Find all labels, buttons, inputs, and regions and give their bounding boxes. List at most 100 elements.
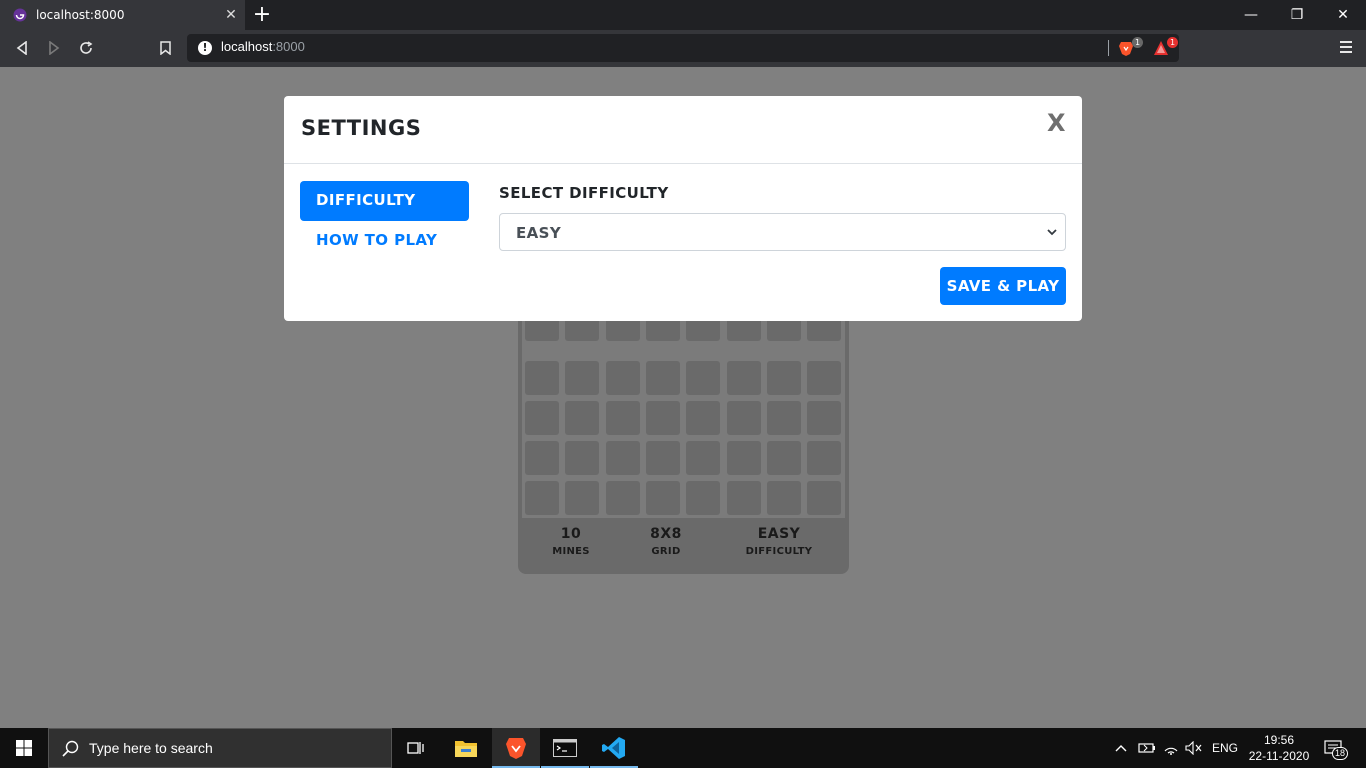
mine-cell[interactable] [525,401,559,435]
mine-cell[interactable] [645,361,680,395]
taskbar-clock[interactable]: 19:56 22-11-2020 [1246,732,1312,764]
url-host: localhost [221,39,273,54]
battery-status[interactable] [1138,728,1156,768]
taskbar-file-explorer[interactable] [442,728,490,768]
reload-icon [80,41,93,54]
tab-difficulty[interactable]: DIFFICULTY [300,181,469,221]
save-and-play-button[interactable]: SAVE & PLAY [940,267,1066,305]
brave-shields-button[interactable]: 1 [1118,37,1143,56]
mine-cell[interactable] [686,441,721,475]
bookmark-icon [159,41,171,55]
address-bar[interactable]: ! localhost:8000 1 1 [187,34,1179,62]
mine-cell[interactable] [766,361,801,395]
tab-close-icon[interactable]: ✕ [221,7,241,23]
mine-cell[interactable] [807,401,842,435]
stat-grid: 8X8 GRID [646,526,686,557]
mine-cell[interactable] [686,401,721,435]
wifi-icon [1164,747,1178,755]
select-difficulty-label: SELECT DIFFICULTY [499,184,669,202]
mine-cell[interactable] [766,441,801,475]
difficulty-value: EASY [757,526,801,542]
game-stats: 10 MINES 8X8 GRID EASY DIFFICULTY [518,526,849,570]
mine-cell[interactable] [605,481,640,515]
mine-cell[interactable] [726,441,761,475]
mine-cell[interactable] [686,361,721,395]
new-tab-button[interactable]: + [252,2,272,28]
url-port: :8000 [272,39,305,54]
minimize-button[interactable]: — [1228,0,1274,30]
task-view-button[interactable] [392,728,440,768]
mine-cell[interactable] [605,361,640,395]
mine-cell[interactable] [807,361,842,395]
brave-shields-badge: 1 [1132,37,1143,48]
network-status[interactable] [1163,728,1179,768]
browser-menu-icon[interactable] [1340,41,1352,56]
mine-cell[interactable] [766,481,801,515]
browser-toolbar: ! localhost:8000 1 1 [0,30,1366,67]
mine-cell[interactable] [645,401,680,435]
site-info-icon[interactable]: ! [198,41,212,55]
taskbar-brave-browser[interactable] [492,728,540,768]
bookmark-button[interactable] [153,36,177,60]
mine-cell[interactable] [766,401,801,435]
difficulty-label: DIFFICULTY [745,546,813,557]
notification-count-badge: 18 [1332,747,1349,760]
mine-cell[interactable] [605,441,640,475]
back-arrow-icon [16,41,27,55]
stat-difficulty: EASY DIFFICULTY [740,526,818,557]
mines-value: 10 [560,526,582,542]
url-text: localhost:8000 [221,39,305,54]
mine-cell[interactable] [807,481,842,515]
restore-button[interactable]: ❐ [1274,0,1320,30]
mine-cell[interactable] [645,441,680,475]
close-window-button[interactable]: ✕ [1320,0,1366,30]
search-icon [62,740,79,757]
reload-button[interactable] [74,36,98,60]
tab-how-to-play[interactable]: HOW TO PLAY [316,231,437,249]
mine-cell[interactable] [525,481,559,515]
show-hidden-icons[interactable] [1114,728,1128,768]
mine-cell[interactable] [726,481,761,515]
modal-title: SETTINGS [301,116,422,140]
back-button[interactable] [10,36,34,60]
gatsby-icon [13,8,27,22]
taskbar-terminal[interactable] [541,728,589,768]
mine-cell[interactable] [645,481,680,515]
grid-value: 8X8 [650,526,682,542]
difficulty-select-value: EASY [516,224,562,242]
taskbar-search-box[interactable]: Type here to search [48,728,392,768]
browser-tab[interactable]: localhost:8000 ✕ [0,0,245,30]
chevron-up-icon [1115,745,1127,752]
mine-cell[interactable] [565,441,600,475]
mine-cell[interactable] [565,361,600,395]
mine-cell[interactable] [686,481,721,515]
mine-cell[interactable] [726,401,761,435]
mine-cell[interactable] [807,441,842,475]
taskbar-vscode[interactable] [590,728,638,768]
action-center-button[interactable]: 18 [1324,728,1349,768]
brave-rewards-button[interactable]: 1 [1153,37,1178,56]
mine-cell[interactable] [565,481,600,515]
difficulty-select[interactable]: EASY [499,213,1066,251]
task-view-icon [407,742,424,754]
mine-cell[interactable] [525,361,559,395]
mine-cell[interactable] [726,361,761,395]
mine-cell[interactable] [525,441,559,475]
start-button[interactable] [0,728,48,768]
mine-cell[interactable] [565,401,600,435]
windows-logo-icon [16,740,32,756]
mine-cell[interactable] [605,401,640,435]
brave-rewards-badge: 1 [1167,37,1178,48]
modal-close-button[interactable]: X [1047,109,1066,137]
modal-header: SETTINGS X [284,96,1082,164]
browser-tab-bar: localhost:8000 ✕ + — ❐ ✕ [0,0,1366,30]
chevron-down-icon [1047,229,1057,236]
battery-icon [1138,743,1155,753]
volume-control[interactable] [1185,728,1203,768]
minefield-grid [522,313,845,518]
folder-icon [455,741,477,757]
clock-date: 22-11-2020 [1248,749,1310,763]
windows-taskbar: Type here to search ENG 19:56 22-11-2020… [0,728,1366,768]
forward-button[interactable] [42,36,66,60]
language-indicator[interactable]: ENG [1212,728,1238,768]
